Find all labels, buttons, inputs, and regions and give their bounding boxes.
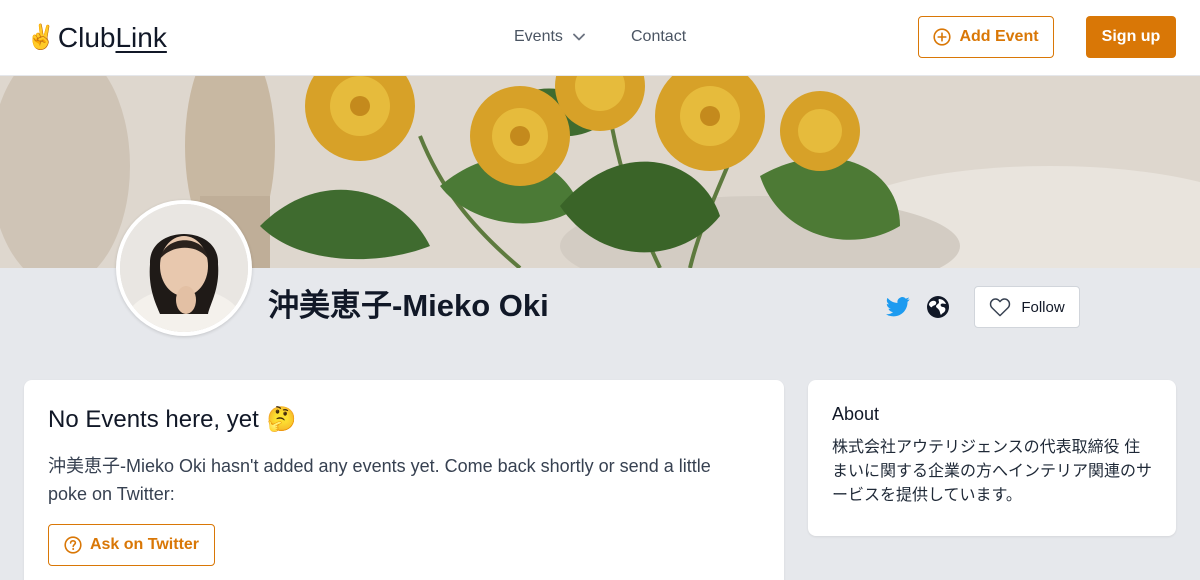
events-card-title: No Events here, yet 🤔 xyxy=(48,404,297,436)
follow-label: Follow xyxy=(1021,298,1065,316)
heart-icon xyxy=(990,298,1011,317)
victory-hand-icon: ✌️ xyxy=(26,24,56,51)
about-description: 株式会社アウテリジェンスの代表取締役 住まいに関する企業の方へインテリア関連のサ… xyxy=(832,439,1153,504)
ask-on-twitter-label: Ask on Twitter xyxy=(89,536,200,553)
add-event-button[interactable]: Add Event xyxy=(918,16,1054,58)
globe-icon[interactable] xyxy=(926,295,950,319)
signup-button[interactable]: Sign up xyxy=(1086,16,1176,58)
nav-contact-link[interactable]: Contact xyxy=(631,26,686,48)
profile-name: 沖美恵子-Mieko Oki xyxy=(268,288,549,323)
profile-avatar xyxy=(116,200,252,336)
chevron-down-icon xyxy=(573,33,585,41)
follow-button[interactable]: Follow xyxy=(974,286,1080,328)
add-event-label: Add Event xyxy=(959,28,1039,45)
logo-text-club: Club xyxy=(57,22,116,53)
nav-contact-label: Contact xyxy=(631,28,687,45)
about-title: About xyxy=(832,404,880,424)
nav-events-label: Events xyxy=(514,28,563,45)
avatar-portrait-illustration xyxy=(120,204,248,332)
events-title-text: No Events here, yet xyxy=(48,406,259,433)
clublink-logo[interactable]: ✌️ Club Link xyxy=(26,20,167,56)
thinking-face-icon: 🤔 xyxy=(266,406,297,433)
ask-on-twitter-button[interactable]: Ask on Twitter xyxy=(48,524,215,566)
avatar-photo xyxy=(120,204,248,332)
twitter-icon[interactable] xyxy=(886,296,910,318)
events-empty-message: 沖美恵子-Mieko Oki hasn't added any events y… xyxy=(48,456,711,504)
logo-text-link: Link xyxy=(115,22,167,53)
plus-circle-icon xyxy=(933,28,952,46)
question-circle-icon xyxy=(64,536,82,554)
top-navbar: ✌️ Club Link Events Contact Add Event Sig… xyxy=(0,0,1200,76)
nav-events-dropdown[interactable]: Events xyxy=(514,26,585,48)
signup-label: Sign up xyxy=(1101,28,1161,45)
